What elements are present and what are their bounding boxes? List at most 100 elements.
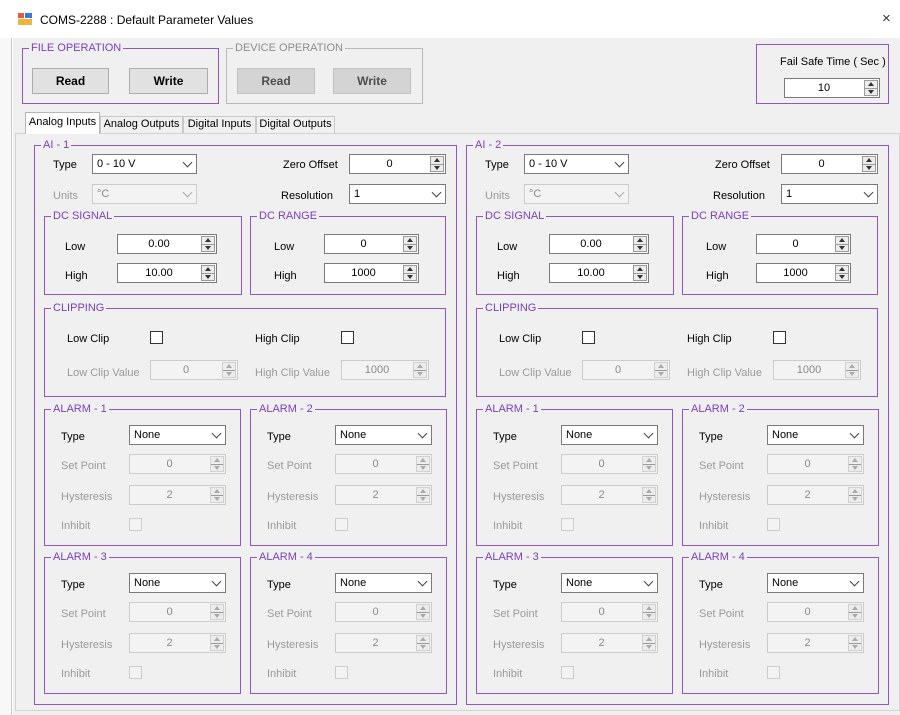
ai1-type-select[interactable]: 0 - 10 V [92,154,197,174]
ai2-alarm3-set-point-stepper: 0 [561,602,658,622]
spin-arrows-icon[interactable] [201,236,215,252]
spin-arrows-icon [210,487,224,503]
spin-arrows-icon[interactable] [835,236,849,252]
tab-analog-inputs[interactable]: Analog Inputs [25,112,100,134]
ai2-alarm3-type-select-value: None [566,577,593,589]
ai2-alarm4-type-select-value: None [772,577,799,589]
ai1-dc-range-high-stepper-value: 1000 [351,267,376,279]
spin-arrows-icon[interactable] [403,236,417,252]
ai2-group-legend: AI - 2 [473,138,504,152]
ai1-alarm2-hysteresis-stepper-value: 2 [372,489,379,501]
spin-arrows-icon[interactable] [201,265,215,281]
chevron-down-icon[interactable] [849,576,860,587]
ai2-alarm2-type-label: Type [699,431,723,443]
chevron-down-icon[interactable] [211,428,222,439]
chevron-down-icon[interactable] [643,576,654,587]
ai2-low-clip-value-label: Low Clip Value [499,367,572,379]
spin-arrows-icon [210,456,224,472]
spin-arrows-icon [848,635,862,651]
fail-safe-time-stepper[interactable]: 10 [784,78,880,98]
chevron-down-icon [614,187,625,198]
ai2-dc-signal-high-stepper[interactable]: 10.00 [549,263,649,283]
ai2-dc-signal-group: DC SIGNAL [476,209,674,295]
ai1-alarm2-type-label: Type [267,431,291,443]
spin-arrows-icon [642,604,656,620]
ai1-dc-signal-low-stepper[interactable]: 0.00 [117,234,217,254]
ai1-dc-signal-high-stepper-value: 10.00 [145,267,173,279]
ai1-alarm4-type-select[interactable]: None [335,573,432,593]
ai2-alarm4-type-select[interactable]: None [767,573,864,593]
ai1-alarm3-set-point-label: Set Point [61,608,106,620]
chevron-down-icon[interactable] [417,428,428,439]
ai2-alarm2-group-legend: ALARM - 2 [689,402,747,416]
ai1-alarm1-type-select[interactable]: None [129,425,226,445]
ai2-type-label: Type [485,159,509,171]
ai2-dc-signal-high-stepper-value: 10.00 [577,267,605,279]
spin-arrows-icon[interactable] [835,265,849,281]
ai1-zero-offset-stepper-value: 0 [386,158,393,170]
spin-arrows-icon[interactable] [862,156,876,172]
spin-arrows-icon[interactable] [864,80,878,96]
ai2-dc-range-high-label: High [706,270,729,282]
ai1-low-clip-value-stepper-value: 0 [182,364,190,376]
ai2-resolution-select[interactable]: 1 [781,184,878,204]
ai1-units-select: °C [92,184,197,204]
ai2-low-clip-checkbox[interactable] [582,331,595,344]
ai2-dc-range-high-stepper[interactable]: 1000 [756,263,851,283]
ai1-alarm4-set-point-label: Set Point [267,608,312,620]
ai2-zero-offset-stepper[interactable]: 0 [781,154,878,174]
ai2-high-clip-checkbox[interactable] [773,331,786,344]
spin-arrows-icon[interactable] [403,265,417,281]
close-icon[interactable]: × [882,10,891,27]
tab-analog-outputs[interactable]: Analog Outputs [100,116,183,133]
ai1-alarm3-type-select[interactable]: None [129,573,226,593]
ai1-zero-offset-stepper[interactable]: 0 [349,154,446,174]
ai2-alarm2-type-select[interactable]: None [767,425,864,445]
spin-arrows-icon[interactable] [633,265,647,281]
ai2-alarm1-type-select-value: None [566,429,593,441]
chevron-down-icon[interactable] [863,187,874,198]
ai1-dc-range-high-label: High [274,270,297,282]
ai1-alarm3-set-point-stepper-value: 0 [166,606,173,618]
chevron-down-icon[interactable] [417,576,428,587]
ai1-alarm1-group-legend: ALARM - 1 [51,402,109,416]
spin-arrows-icon[interactable] [633,236,647,252]
ai1-high-clip-checkbox[interactable] [341,331,354,344]
ai2-alarm2-hysteresis-stepper: 2 [767,485,864,505]
tab-digital-inputs[interactable]: Digital Inputs [183,116,256,133]
ai2-alarm1-inhibit-label: Inhibit [493,520,523,532]
ai1-dc-range-low-stepper[interactable]: 0 [324,234,419,254]
ai2-alarm3-type-select[interactable]: None [561,573,658,593]
spin-arrows-icon[interactable] [430,156,444,172]
ai2-alarm4-inhibit-label: Inhibit [699,668,729,680]
ai1-alarm1-hysteresis-stepper-value: 2 [166,489,173,501]
ai1-resolution-select[interactable]: 1 [349,184,446,204]
ai1-dc-range-high-stepper[interactable]: 1000 [324,263,419,283]
ai2-alarm1-type-select[interactable]: None [561,425,658,445]
chevron-down-icon[interactable] [431,187,442,198]
chevron-down-icon[interactable] [849,428,860,439]
chevron-down-icon[interactable] [182,157,193,168]
ai1-alarm2-type-select[interactable]: None [335,425,432,445]
ai1-alarm1-inhibit-label: Inhibit [61,520,91,532]
chevron-down-icon[interactable] [643,428,654,439]
ai2-type-select-value: 0 - 10 V [529,158,568,170]
ai2-dc-signal-low-stepper[interactable]: 0.00 [549,234,649,254]
chevron-down-icon[interactable] [614,157,625,168]
file-read-button[interactable]: Read [32,68,109,94]
spin-arrows-icon [416,487,430,503]
tab-digital-outputs[interactable]: Digital Outputs [256,116,335,133]
ai1-alarm4-type-label: Type [267,579,291,591]
device-read-button: Read [237,68,315,94]
file-write-button[interactable]: Write [129,68,208,94]
ai2-alarm1-hysteresis-stepper: 2 [561,485,658,505]
ai1-low-clip-checkbox[interactable] [150,331,163,344]
ai1-alarm1-hysteresis-stepper: 2 [129,485,226,505]
ai2-alarm1-hysteresis-label: Hysteresis [493,491,545,503]
ai2-dc-range-low-stepper[interactable]: 0 [756,234,851,254]
ai1-zero-offset-label: Zero Offset [283,159,338,171]
spin-arrows-icon [848,487,862,503]
chevron-down-icon[interactable] [211,576,222,587]
ai1-dc-signal-high-stepper[interactable]: 10.00 [117,263,217,283]
ai2-type-select[interactable]: 0 - 10 V [524,154,629,174]
